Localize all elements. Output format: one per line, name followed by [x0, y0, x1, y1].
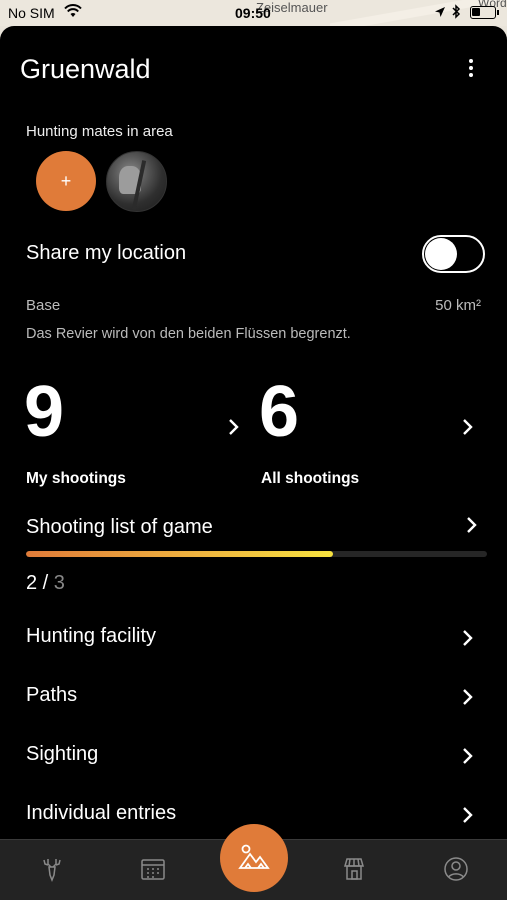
shooting-list-count: 2 / 3 [26, 572, 65, 595]
base-description: Das Revier wird von den beiden Flüssen b… [26, 326, 351, 342]
hunting-mates-label: Hunting mates in area [26, 123, 173, 140]
menu-item-sighting[interactable]: Sighting [0, 731, 507, 781]
share-location-label: Share my location [26, 242, 187, 264]
count-done: 2 [26, 572, 38, 594]
calendar-icon[interactable] [138, 854, 168, 884]
chevron-right-icon [462, 629, 474, 647]
menu-item-label: Hunting facility [26, 625, 157, 647]
chevron-right-icon [462, 806, 474, 824]
bluetooth-icon [452, 4, 461, 22]
clock: 09:50 [235, 5, 271, 21]
wifi-icon [64, 4, 82, 21]
menu-item-hunting-facility[interactable]: Hunting facility [0, 613, 507, 663]
menu-item-label: Individual entries [26, 802, 177, 824]
chevron-right-icon [462, 747, 474, 765]
chevron-right-icon [228, 418, 240, 436]
base-label: Base [26, 297, 61, 314]
share-location-toggle[interactable] [422, 235, 485, 273]
page-title: Gruenwald [20, 54, 151, 84]
status-bar: No SIM Zeiselmauer Wörd 09:50 [0, 0, 507, 26]
deer-icon[interactable] [37, 854, 67, 884]
menu-item-paths[interactable]: Paths [0, 672, 507, 722]
menu-item-label: Paths [26, 684, 78, 706]
base-area-value: 50 km² [435, 297, 481, 314]
count-separator: / [37, 572, 54, 594]
add-mate-button[interactable]: + [36, 151, 96, 211]
progress-fill [26, 551, 334, 557]
shooting-list-label: Shooting list of game [26, 516, 213, 538]
all-shootings-label: All shootings [261, 470, 360, 487]
my-shootings-label: My shootings [26, 470, 126, 487]
chevron-right-icon [462, 418, 474, 436]
carrier-label: No SIM [8, 5, 55, 21]
all-shootings-count: 6 [259, 372, 300, 452]
chevron-right-icon [462, 688, 474, 706]
menu-item-label: Sighting [26, 743, 99, 765]
more-options-icon[interactable] [460, 56, 482, 82]
count-total: 3 [53, 572, 65, 594]
location-arrow-icon [434, 5, 446, 21]
profile-icon[interactable] [441, 854, 471, 884]
area-map-icon[interactable] [220, 824, 288, 892]
my-shootings-count: 9 [24, 372, 65, 452]
toggle-knob [425, 238, 457, 270]
shop-icon[interactable] [339, 854, 369, 884]
shooting-list-progress-bar [26, 551, 487, 557]
mate-avatar[interactable] [106, 151, 167, 212]
chevron-right-icon [466, 516, 478, 534]
area-detail-sheet: Gruenwald Hunting mates in area + Share … [0, 26, 507, 900]
battery-icon [470, 6, 496, 19]
plus-icon: + [60, 170, 72, 191]
